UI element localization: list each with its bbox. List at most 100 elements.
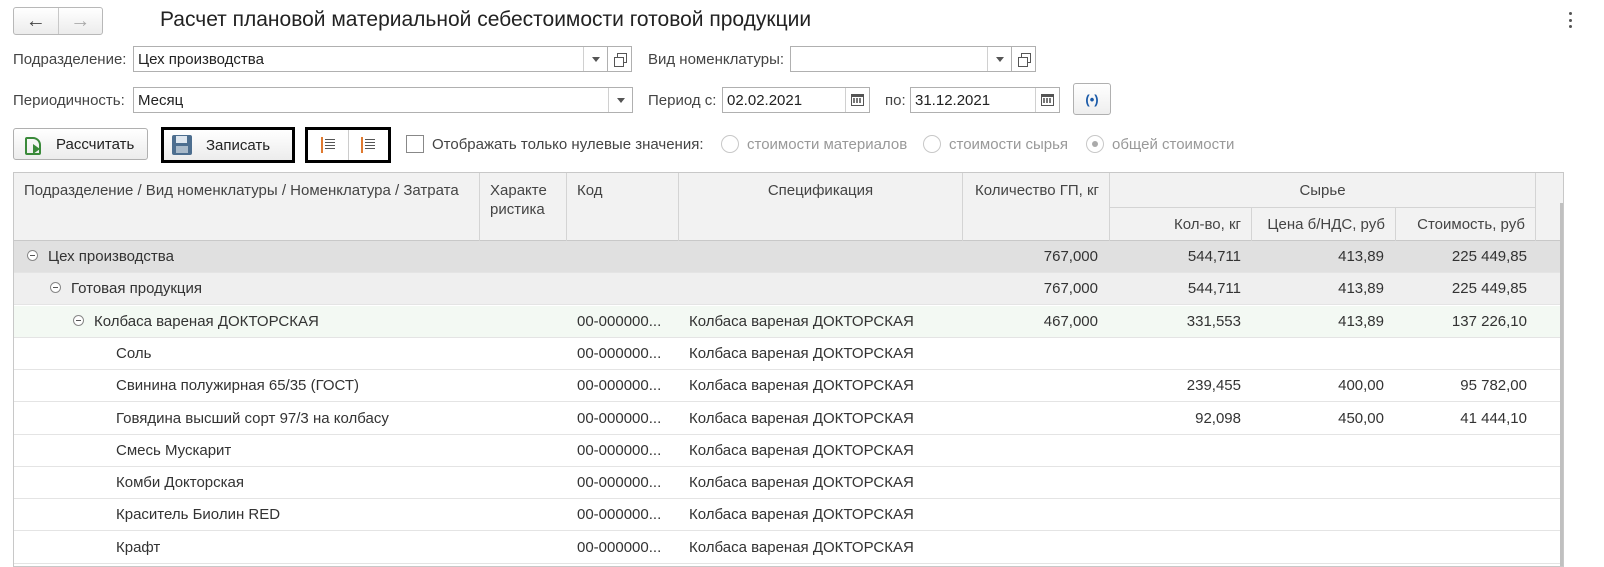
table-row[interactable]: Цех производства 767,000 544,711 413,89 225 … [14,241,1563,273]
cell-raw-price: 413,89 [1338,280,1384,298]
table-row[interactable]: Краситель Биолин RED 00-000000... Колбаса … [14,499,1563,532]
period-from-input[interactable]: 02.02.2021 [722,87,870,113]
radio-total-cost[interactable]: общей стоимости [1086,135,1234,153]
page-title: Расчет плановой материальной себестоимос… [160,8,812,31]
cell-raw-qty [1110,338,1241,370]
cell-name: Краситель Биолин RED [116,506,281,524]
cell-raw-price: 400,00 [1338,377,1384,395]
select-period-button[interactable]: (•) [1073,83,1111,115]
cell-code: 00-000000... [577,538,662,556]
table-row[interactable]: Колбаса вареная ДОКТОРСКАЯ 00-000000... Ко… [14,305,1563,338]
calculate-button[interactable]: Рассчитать [13,128,148,160]
division-select[interactable]: Цех производства [133,46,608,72]
cell-specification [689,241,959,273]
checkbox-box[interactable] [406,135,424,153]
collapse-toggle-icon[interactable] [73,314,84,326]
collapse-tree-icon [360,137,376,153]
header-raw-price[interactable]: Цена б/НДС, руб [1252,207,1396,241]
header-characteristic[interactable]: Характе ристика [480,173,567,241]
navigation-buttons: ← → [13,7,103,35]
header-name[interactable]: Подразделение / Вид номенклатуры / Номен… [14,173,480,241]
radio-dot-selected[interactable] [1086,135,1104,153]
calculate-button-label: Рассчитать [56,135,135,153]
more-menu-icon[interactable] [1566,10,1574,30]
collapse-tree-button[interactable] [347,130,389,160]
cell-name: Цех производства [48,248,174,265]
cell-qty-gp: 467,000 [1043,312,1098,330]
cell-specification: Колбаса вареная ДОКТОРСКАЯ [689,344,914,362]
floppy-disk-icon [172,135,192,155]
cell-raw-cost: 41 444,10 [1460,409,1527,427]
chevron-down-icon[interactable] [583,47,607,71]
cell-raw-cost: 95 782,00 [1460,377,1527,395]
cell-name: Смесь Мускарит [116,441,232,459]
cell-qty-gp: 767,000 [1043,280,1098,298]
radio-dot[interactable] [721,135,739,153]
cell-specification: Колбаса вареная ДОКТОРСКАЯ [689,474,914,492]
chevron-down-icon[interactable] [608,88,632,112]
table-row[interactable]: Крафт 00-000000... Колбаса вареная ДОКТОРС… [14,532,1563,564]
open-division-button[interactable] [608,46,632,72]
arrow-right-icon: → [70,10,91,32]
radio-raw-cost[interactable]: стоимости сырья [923,135,1068,153]
division-label: Подразделение: [13,51,127,68]
header-qty-gp[interactable]: Количество ГП, кг [963,173,1110,241]
cell-qty-gp: 767,000 [1043,248,1098,265]
period-icon: (•) [1085,91,1099,107]
table-row[interactable]: Соль 00-000000... Колбаса вареная ДОКТОРСК… [14,338,1563,370]
table-row[interactable]: Готовая продукция 767,000 544,711 413,89 225… [14,273,1563,306]
table-row[interactable]: Свинина полужирная 65/35 (ГОСТ) 00-000000… [14,370,1563,403]
cell-qty-gp [963,499,1098,531]
table-row[interactable]: Комби Докторская 00-000000... Колбаса варе… [14,467,1563,500]
cell-code [577,273,677,305]
cell-qty-gp [963,370,1098,402]
cost-table: Подразделение / Вид номенклатуры / Номен… [13,172,1564,567]
cell-name: Комби Докторская [116,474,245,492]
show-zero-checkbox[interactable]: Отображать только нулевые значения: [406,135,704,153]
chevron-down-icon[interactable] [987,47,1011,71]
header-specification[interactable]: Спецификация [679,173,963,241]
calendar-icon[interactable] [1035,88,1059,112]
expand-tree-button[interactable] [308,130,348,160]
save-button[interactable]: Записать [161,127,295,163]
cell-specification: Колбаса вареная ДОКТОРСКАЯ [689,377,914,395]
header-raw-qty[interactable]: Кол-во, кг [1110,207,1252,241]
forward-button[interactable]: → [57,8,103,34]
table-row[interactable]: Говядина высший сорт 97/3 на колбасу 00-0… [14,403,1563,435]
radio-materials-label: стоимости материалов [747,135,908,153]
period-from-label: Период с: [648,92,717,109]
cell-raw-qty [1110,435,1241,467]
cell-raw-qty: 239,455 [1186,377,1241,395]
header-raw-cost[interactable]: Стоимость, руб [1396,207,1536,241]
nomenclature-type-select[interactable] [790,46,1012,72]
cell-code: 00-000000... [577,441,662,459]
cell-code: 00-000000... [577,409,662,427]
cell-raw-price [1252,532,1384,564]
open-nomenclature-type-button[interactable] [1012,46,1036,72]
radio-materials-cost[interactable]: стоимости материалов [721,135,907,153]
radio-dot[interactable] [923,135,941,153]
periodicity-select[interactable]: Месяц [133,87,633,113]
expand-tree-icon [320,137,336,153]
cell-raw-qty [1110,499,1241,531]
radio-total-label: общей стоимости [1112,135,1235,153]
cell-name: Свинина полужирная 65/35 (ГОСТ) [116,377,360,395]
back-button[interactable]: ← [14,8,58,34]
show-zero-label: Отображать только нулевые значения: [432,135,704,153]
cell-raw-qty: 544,711 [1187,280,1241,298]
calendar-icon[interactable] [845,88,869,112]
vertical-scrollbar[interactable] [1560,203,1563,566]
cell-raw-cost [1396,435,1527,467]
collapse-toggle-icon[interactable] [50,282,61,294]
cell-specification: Колбаса вареная ДОКТОРСКАЯ [689,506,914,524]
cell-code: 00-000000... [577,312,662,330]
table-row[interactable]: Смесь Мускарит 00-000000... Колбаса варена… [14,435,1563,467]
period-to-input[interactable]: 31.12.2021 [910,87,1060,113]
cell-qty-gp [963,532,1098,564]
cell-raw-price: 413,89 [1338,312,1384,330]
radio-raw-label: стоимости сырья [949,135,1069,153]
cell-raw-qty [1110,532,1241,564]
collapse-toggle-icon[interactable] [27,250,38,261]
cell-raw-price: 450,00 [1338,409,1384,427]
header-code[interactable]: Код [567,173,679,241]
